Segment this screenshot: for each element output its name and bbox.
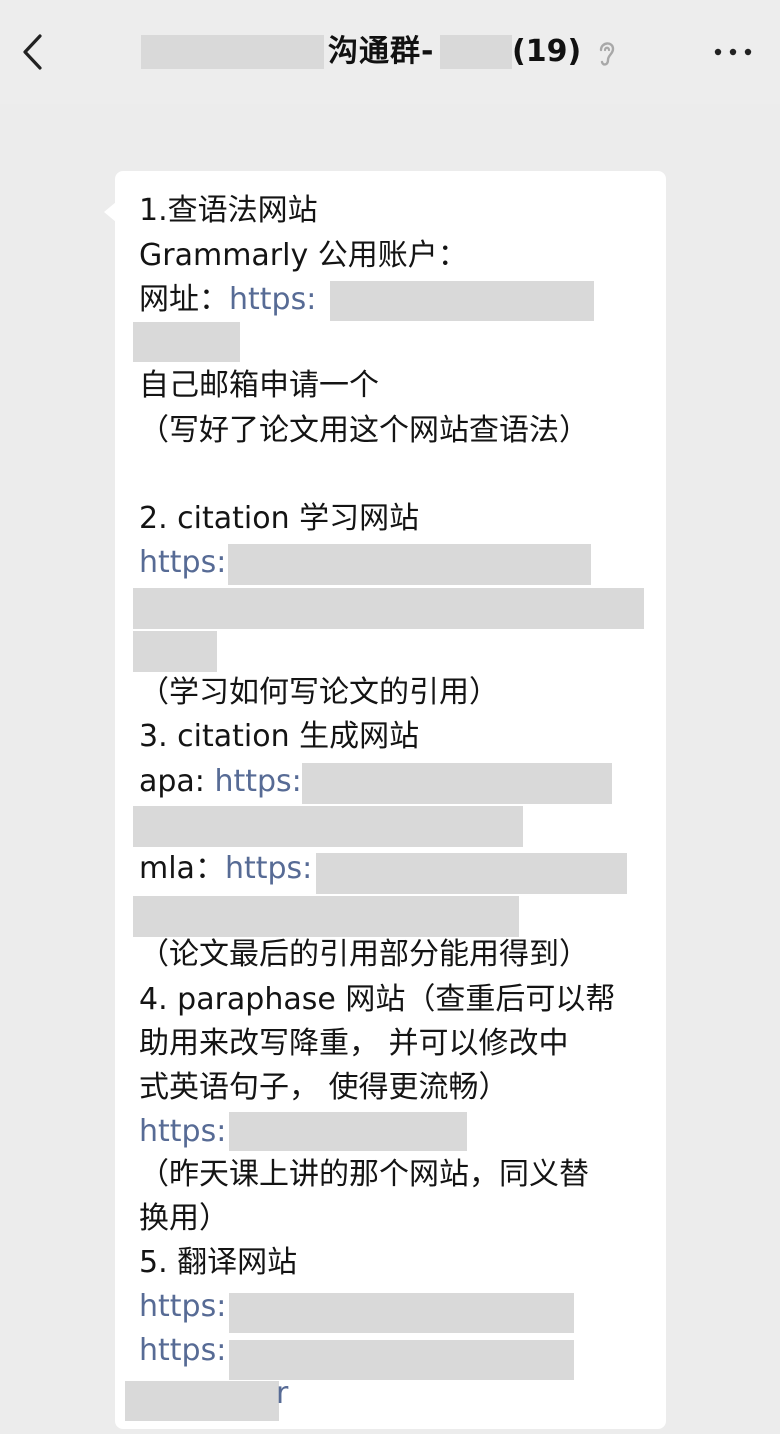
chat-header: 沟通群- (19)	[0, 0, 780, 104]
title-redaction	[141, 35, 324, 69]
url-redaction	[330, 281, 594, 321]
url-redaction	[316, 853, 627, 894]
url-redaction	[302, 763, 612, 804]
url-link[interactable]: https:	[225, 851, 312, 886]
url-redaction	[228, 544, 591, 585]
message-line: （写好了论文用这个网站查语法）	[139, 413, 589, 448]
url-link[interactable]: https:	[214, 764, 301, 799]
more-options-button[interactable]	[706, 30, 760, 74]
url-redaction	[125, 1381, 279, 1421]
url-link[interactable]: https:	[229, 282, 316, 317]
url-redaction	[133, 588, 644, 629]
message-line: 3. citation 生成网站	[139, 719, 420, 754]
mla-label: mla：	[139, 851, 225, 886]
url-link[interactable]: https:	[139, 1285, 226, 1329]
url-redaction	[133, 322, 240, 362]
url-link[interactable]: https:	[139, 541, 226, 585]
message-line: 4. paraphase 网站（查重后可以帮	[139, 982, 616, 1017]
message-line: 助用来改写降重， 并可以修改中	[139, 1026, 569, 1061]
url-fragment[interactable]: r	[276, 1372, 288, 1416]
message-line: 换用）	[139, 1201, 229, 1236]
message-line: （论文最后的引用部分能用得到）	[139, 937, 589, 972]
url-redaction	[229, 1293, 574, 1333]
chevron-left-icon	[23, 34, 42, 70]
mute-ear-icon	[599, 42, 615, 66]
ellipsis-icon	[714, 48, 752, 56]
back-button[interactable]	[12, 30, 52, 74]
message-line: 式英语句子， 使得更流畅）	[139, 1070, 509, 1105]
url-redaction	[229, 1112, 467, 1151]
message-line: 2. citation 学习网站	[139, 501, 420, 536]
url-redaction	[133, 631, 217, 672]
url-link[interactable]: https:	[139, 1110, 226, 1154]
url-link[interactable]: https:	[139, 1329, 226, 1373]
url-redaction	[133, 806, 523, 847]
member-count: (19)	[512, 34, 582, 69]
message-line: （昨天课上讲的那个网站，同义替	[139, 1157, 589, 1192]
message-line: 自己邮箱申请一个	[139, 368, 379, 403]
message-line: mla：https:	[139, 847, 312, 891]
apa-label: apa:	[139, 764, 215, 799]
title-redaction	[440, 35, 512, 69]
group-title: 沟通群-	[328, 34, 435, 69]
message-line: 网址：https:	[139, 278, 316, 322]
message-line: （学习如何写论文的引用）	[139, 675, 499, 710]
message-line: 1.查语法网站	[139, 193, 318, 228]
url-redaction	[133, 896, 519, 937]
message-line: Grammarly 公用账户：	[139, 238, 468, 273]
url-label: 网址：	[139, 282, 229, 317]
message-line: apa: https:	[139, 760, 302, 804]
message-line: 5. 翻译网站	[139, 1245, 298, 1280]
